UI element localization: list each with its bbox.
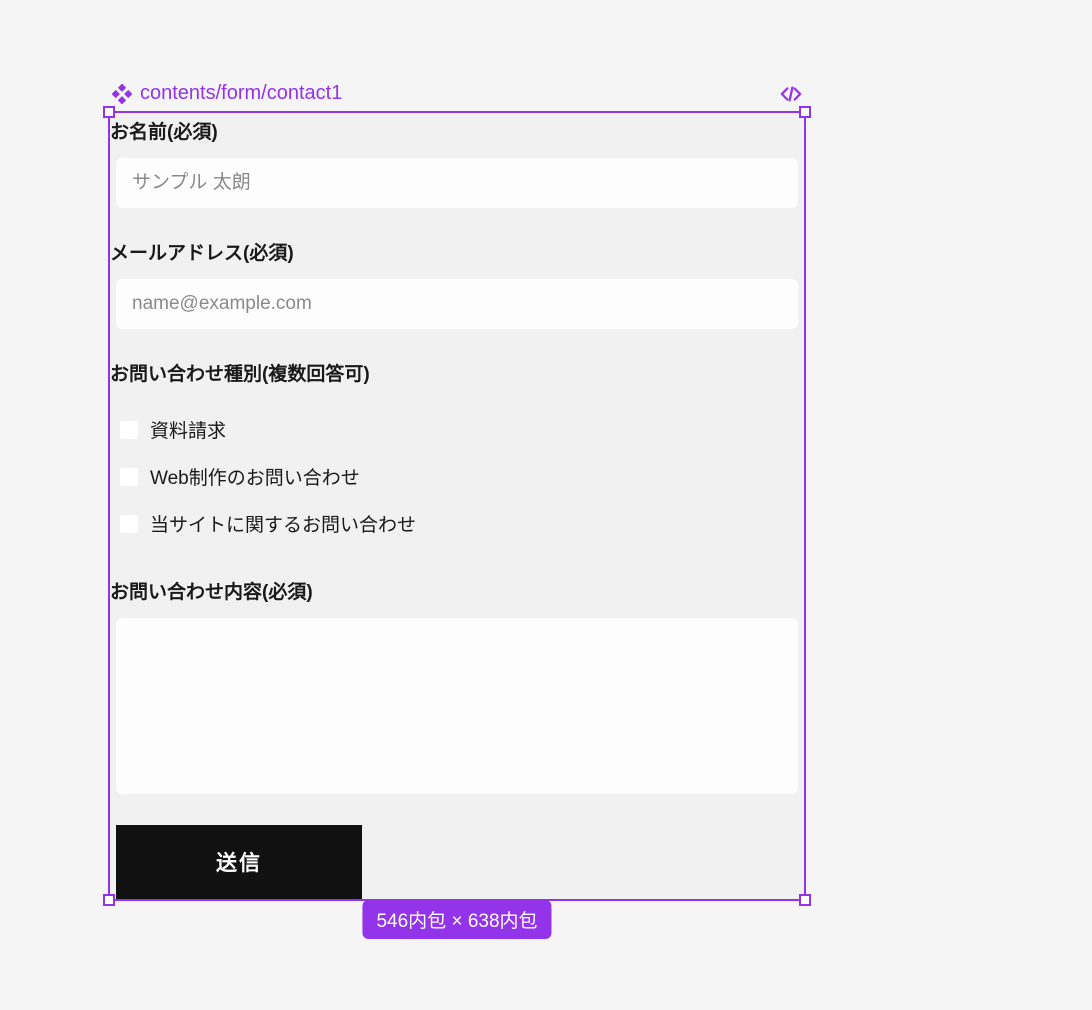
form-group-email: メールアドレス(必須) xyxy=(110,226,804,347)
resize-handle-top-right[interactable] xyxy=(799,106,811,118)
component-path[interactable]: contents/form/contact1 xyxy=(140,82,342,105)
selection-box[interactable]: お名前(必須) メールアドレス(必須) お問い合わせ種別(複数回答可) 資料請求 xyxy=(108,111,806,901)
form-group-message: お問い合わせ内容(必須) xyxy=(110,565,804,817)
name-input[interactable] xyxy=(116,158,798,208)
component-icon xyxy=(112,84,132,104)
checkbox-label: 当サイトに関するお問い合わせ xyxy=(150,510,416,537)
dim-sep: × xyxy=(446,911,468,932)
component-header: contents/form/contact1 xyxy=(108,82,806,111)
form-area: お名前(必須) メールアドレス(必須) お問い合わせ種別(複数回答可) 資料請求 xyxy=(110,113,804,899)
form-group-inquiry-type: お問い合わせ種別(複数回答可) 資料請求 Web制作のお問い合わせ 当サイトに関… xyxy=(110,347,804,565)
name-label: お名前(必須) xyxy=(110,113,804,158)
code-icon[interactable] xyxy=(780,83,802,105)
submit-button[interactable]: 送信 xyxy=(116,825,362,899)
inquiry-type-label: お問い合わせ種別(複数回答可) xyxy=(110,355,804,400)
checkbox-icon[interactable] xyxy=(120,468,138,486)
dim-width: 546 xyxy=(376,911,408,932)
message-textarea[interactable] xyxy=(116,618,798,794)
message-label: お問い合わせ内容(必須) xyxy=(110,573,804,618)
resize-handle-bottom-left[interactable] xyxy=(103,894,115,906)
checkbox-item[interactable]: 当サイトに関するお問い合わせ xyxy=(120,500,804,547)
email-label: メールアドレス(必須) xyxy=(110,234,804,279)
dim-height: 638 xyxy=(468,911,500,932)
checkbox-label: Web制作のお問い合わせ xyxy=(150,463,360,490)
checkbox-label: 資料請求 xyxy=(150,416,226,443)
resize-handle-top-left[interactable] xyxy=(103,106,115,118)
dim-width-unit: 内包 xyxy=(408,911,446,932)
checkbox-item[interactable]: 資料請求 xyxy=(120,406,804,453)
dim-height-unit: 内包 xyxy=(500,911,538,932)
form-group-name: お名前(必須) xyxy=(110,113,804,226)
checkbox-icon[interactable] xyxy=(120,515,138,533)
email-input[interactable] xyxy=(116,279,798,329)
component-header-left: contents/form/contact1 xyxy=(112,82,342,105)
checkbox-icon[interactable] xyxy=(120,421,138,439)
resize-handle-bottom-right[interactable] xyxy=(799,894,811,906)
checkbox-item[interactable]: Web制作のお問い合わせ xyxy=(120,453,804,500)
dimensions-badge: 546内包 × 638内包 xyxy=(362,900,551,939)
